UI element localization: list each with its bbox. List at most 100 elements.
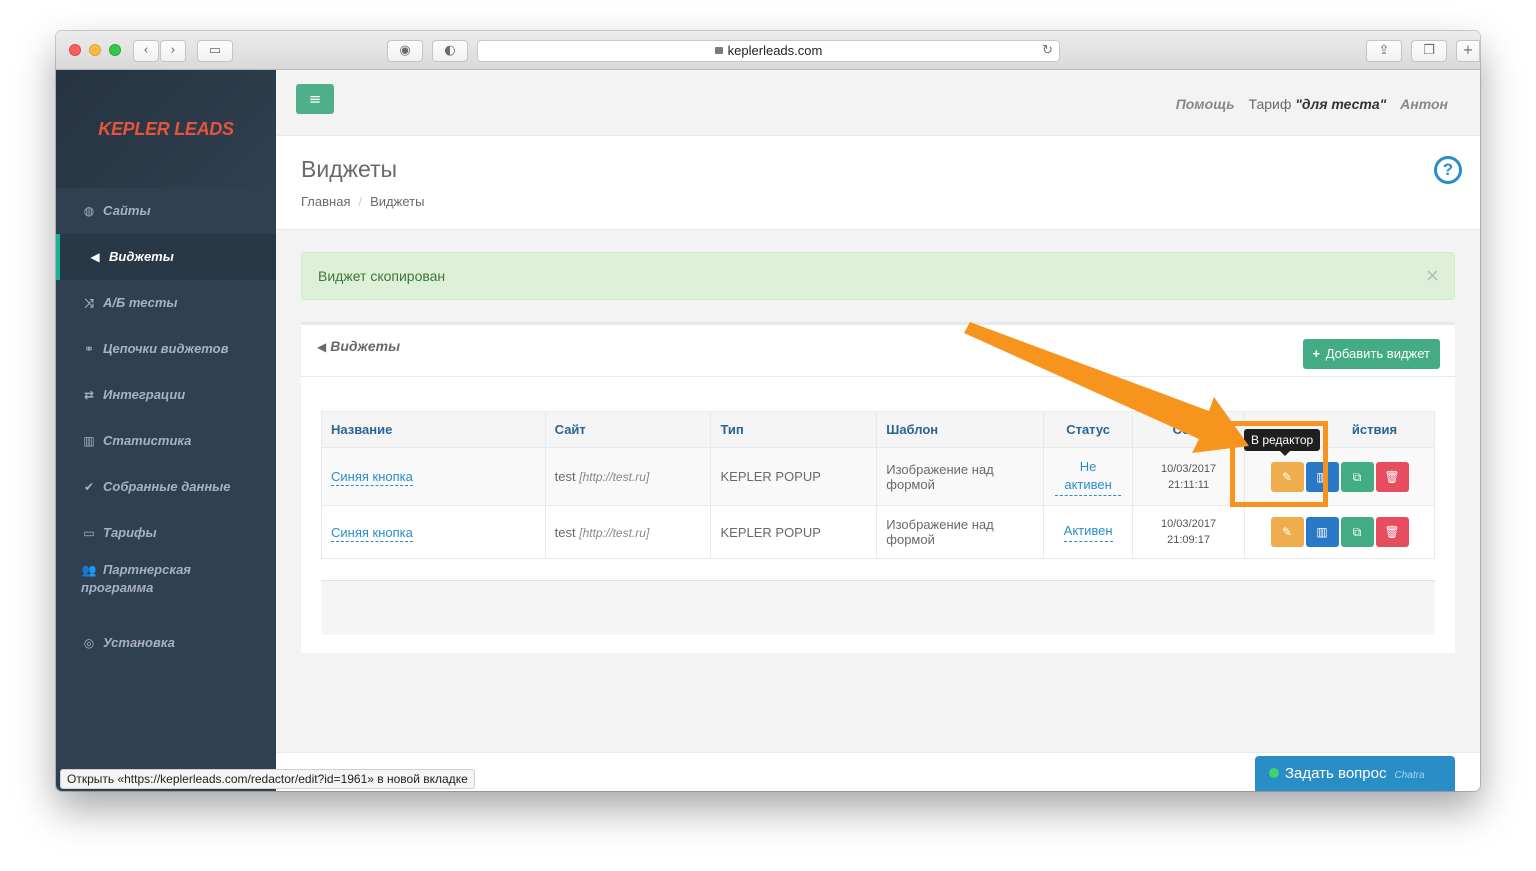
- plan-value: "для теста": [1295, 96, 1387, 112]
- page-heading: Виджеты Главная / Виджеты ?: [276, 136, 1480, 230]
- globe-icon: ◍: [83, 204, 95, 218]
- column-header-status[interactable]: Статус: [1043, 411, 1134, 448]
- widget-site: test: [554, 469, 576, 484]
- grammarly-icon[interactable]: ◐: [432, 40, 468, 62]
- widget-name-link[interactable]: Синяя кнопка: [331, 524, 413, 542]
- chain-icon: ⚭: [83, 342, 95, 356]
- column-header-site[interactable]: Сайт: [544, 411, 712, 448]
- bar-chart-icon: ▥: [83, 434, 95, 448]
- panel-title: ◀ Виджеты: [317, 338, 400, 354]
- user-name[interactable]: Антон: [1400, 96, 1448, 112]
- hamburger-menu-icon[interactable]: ≡: [296, 84, 334, 114]
- sidebar-item-label: Сайты: [103, 203, 151, 218]
- browser-window: ‹ › ▭ ◉ ◐ keplerleads.com ↻ ⇪ ❐ + KEPLER…: [56, 31, 1480, 791]
- delete-button[interactable]: 🗑: [1375, 517, 1409, 547]
- close-icon[interactable]: ×: [1425, 253, 1440, 299]
- widget-site-url: [http://test.ru]: [579, 525, 650, 540]
- sidebar-item-integrations[interactable]: ⇄ Интеграции: [56, 372, 276, 418]
- created-time: 21:09:17: [1167, 534, 1210, 546]
- sidebar-item-label: Статистика: [103, 433, 192, 448]
- widget-template: Изображение над формой: [876, 447, 1045, 506]
- widget-site-cell: test [http://test.ru]: [544, 447, 712, 506]
- zoom-window-button[interactable]: [109, 44, 121, 56]
- forward-icon[interactable]: ›: [160, 40, 186, 62]
- widget-site: test: [554, 524, 576, 540]
- created-time: 21:11:11: [1167, 478, 1210, 491]
- widget-site-cell: test [http://test.ru]: [544, 505, 712, 559]
- plus-icon: +: [1312, 346, 1321, 361]
- exchange-icon: ⇄: [83, 388, 95, 402]
- address-text: keplerleads.com: [727, 43, 823, 58]
- status-toggle-link[interactable]: Не активен: [1055, 458, 1122, 496]
- delete-button[interactable]: 🗑: [1375, 461, 1409, 492]
- status-toggle-link[interactable]: Активен: [1063, 522, 1113, 542]
- page-title: Виджеты: [301, 156, 398, 182]
- created-date: 10/03/2017: [1161, 518, 1217, 530]
- stats-button[interactable]: ▥: [1305, 517, 1339, 547]
- help-link[interactable]: Помощь: [1176, 96, 1235, 112]
- breadcrumb-separator: /: [358, 194, 363, 209]
- sidebar-item-label: А/Б тесты: [103, 295, 178, 310]
- widget-name-link[interactable]: Синяя кнопка: [331, 469, 413, 486]
- widget-type: KEPLER POPUP: [710, 505, 878, 559]
- browser-titlebar: ‹ › ▭ ◉ ◐ keplerleads.com ↻ ⇪ ❐ +: [56, 31, 1480, 70]
- tabs-overview-icon[interactable]: ❐: [1411, 40, 1447, 62]
- sidebar-item-installation[interactable]: ◎ Установка: [56, 620, 276, 666]
- column-header-type[interactable]: Тип: [710, 411, 878, 448]
- share-icon[interactable]: ⇪: [1366, 40, 1402, 62]
- sidebar-item-collected-data[interactable]: ✔ Собранные данные: [56, 464, 276, 510]
- online-indicator-icon: [1269, 768, 1279, 778]
- sidebar-item-sites[interactable]: ◍ Сайты: [56, 188, 276, 234]
- breadcrumb-home[interactable]: Главная: [301, 194, 350, 209]
- column-header-name[interactable]: Название: [321, 411, 546, 448]
- copy-button[interactable]: ⧉: [1340, 517, 1374, 547]
- chat-widget-button[interactable]: Задать вопрос Chatra: [1255, 756, 1455, 791]
- sidebar-item-label: Собранные данные: [103, 479, 231, 494]
- sidebar-item-label: Партнерская программа: [81, 562, 191, 595]
- sidebar-item-ab-tests[interactable]: ⤨ А/Б тесты: [56, 280, 276, 326]
- sidebar-item-chains[interactable]: ⚭ Цепочки виджетов: [56, 326, 276, 372]
- sidebar-toggle-icon[interactable]: ▭: [197, 40, 233, 62]
- logo[interactable]: KEPLER LEADS: [56, 70, 276, 188]
- widget-site-url: [http://test.ru]: [579, 470, 650, 484]
- plan-info[interactable]: Тариф "для теста": [1249, 96, 1387, 112]
- widget-template: Изображение над формой: [876, 505, 1045, 559]
- close-window-button[interactable]: [69, 44, 81, 56]
- copy-button[interactable]: ⧉: [1340, 461, 1374, 492]
- random-icon: ⤨: [84, 296, 94, 310]
- alert-text: Виджет скопирован: [318, 268, 446, 284]
- back-icon[interactable]: ‹: [133, 40, 159, 62]
- success-alert: Виджет скопирован ×: [301, 252, 1455, 300]
- lock-icon: [714, 47, 723, 54]
- check-icon: ✔: [83, 480, 95, 494]
- widgets-panel-header: ◀ Виджеты + Добавить виджет: [301, 325, 1455, 377]
- breadcrumb-current: Виджеты: [370, 194, 425, 209]
- address-bar[interactable]: keplerleads.com ↻: [477, 40, 1060, 62]
- created-date: 10/03/2017: [1161, 462, 1217, 475]
- sidebar-item-widgets[interactable]: ◀ Виджеты: [56, 234, 276, 280]
- actions-cell: ✎ ▥ ⧉ 🗑: [1244, 505, 1435, 559]
- new-tab-icon[interactable]: +: [1456, 40, 1480, 62]
- sidebar-item-label: Тарифы: [103, 525, 157, 540]
- sidebar-item-label: Интеграции: [103, 387, 186, 402]
- reload-icon[interactable]: ↻: [1042, 41, 1053, 61]
- minimize-window-button[interactable]: [89, 44, 101, 56]
- sidebar: KEPLER LEADS ◍ Сайты ◀ Виджеты ⤨ А/Б тесты …: [56, 70, 276, 791]
- plan-label: Тариф: [1248, 96, 1292, 112]
- column-header-created[interactable]: Созд: [1132, 411, 1245, 448]
- sidebar-item-label: Виджеты: [109, 249, 174, 264]
- bullhorn-icon: ◀: [317, 340, 327, 354]
- sidebar-item-plans[interactable]: ▭ Тарифы: [56, 510, 276, 556]
- chat-brand: Chatra: [1394, 770, 1425, 781]
- edit-button[interactable]: ✎: [1270, 517, 1304, 547]
- sidebar-item-partner-program[interactable]: 👥 Партнерская программа: [56, 556, 256, 606]
- created-cell: 10/03/2017 21:11:11: [1132, 447, 1245, 506]
- column-header-template[interactable]: Шаблон: [876, 411, 1045, 448]
- add-widget-label: Добавить виджет: [1325, 346, 1430, 361]
- add-widget-button[interactable]: + Добавить виджет: [1302, 339, 1440, 369]
- bullhorn-icon: ◀: [90, 250, 100, 264]
- sidebar-item-label: Установка: [103, 635, 175, 650]
- help-question-icon[interactable]: ?: [1434, 156, 1462, 184]
- extension-icon[interactable]: ◉: [387, 40, 423, 62]
- sidebar-item-statistics[interactable]: ▥ Статистика: [56, 418, 276, 464]
